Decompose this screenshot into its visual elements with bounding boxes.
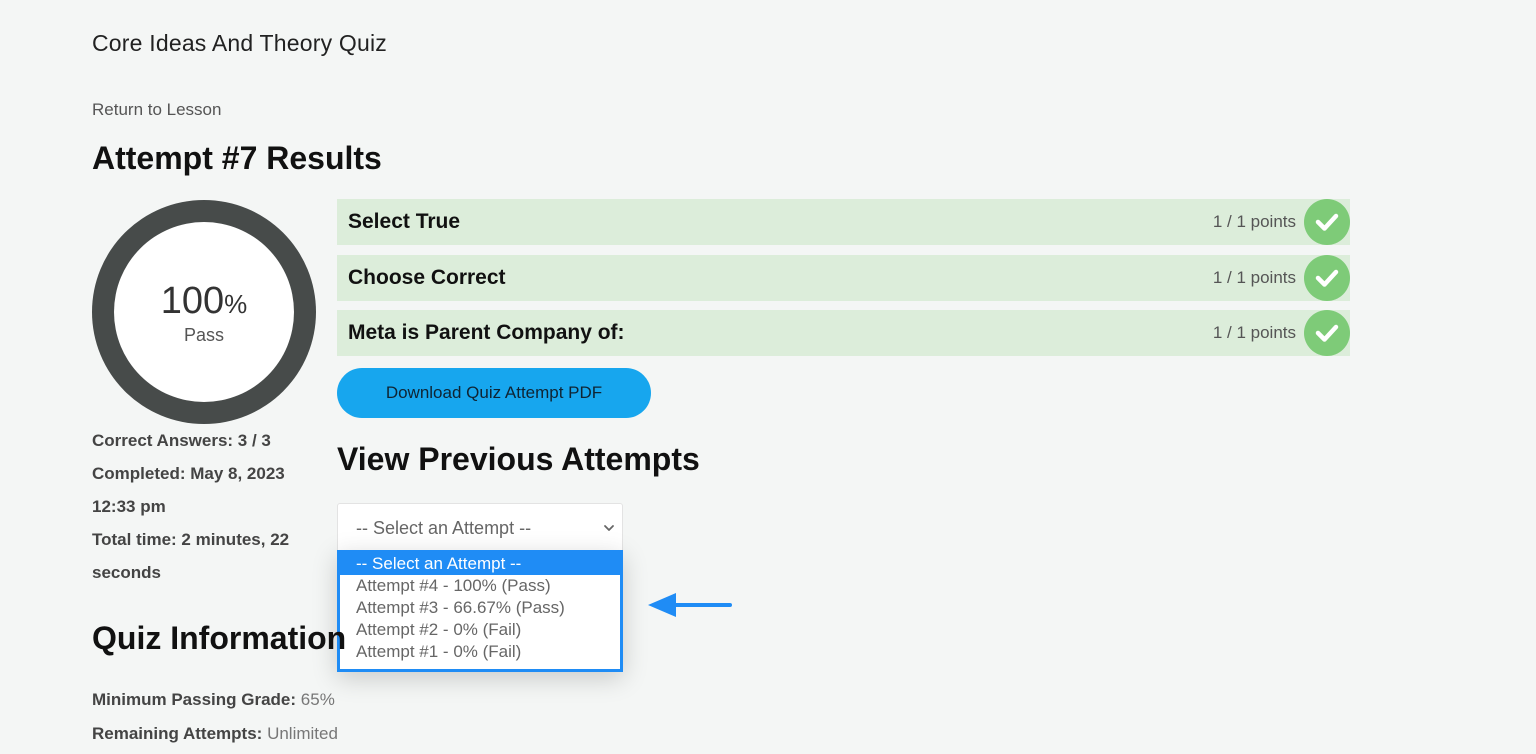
- dropdown-option[interactable]: -- Select an Attempt --: [340, 553, 620, 575]
- quiz-information-heading: Quiz Information: [92, 620, 347, 656]
- return-to-lesson-link[interactable]: Return to Lesson: [92, 100, 221, 120]
- previous-attempts-heading: View Previous Attempts: [337, 441, 700, 477]
- download-pdf-button[interactable]: Download Quiz Attempt PDF: [337, 368, 651, 418]
- question-points: 1 / 1 points: [1212, 268, 1296, 287]
- dropdown-option[interactable]: Attempt #3 - 66.67% (Pass): [340, 597, 620, 619]
- remaining-attempts-label: Remaining Attempts:: [92, 724, 263, 743]
- remaining-attempts-value: Unlimited: [267, 724, 338, 743]
- attempt-select-value: -- Select an Attempt --: [356, 517, 532, 538]
- score-ring-center: 100% Pass: [114, 222, 294, 402]
- total-time-stat: Total time: 2 minutes, 22 seconds: [92, 530, 290, 582]
- question-row: Select True 1 / 1 points: [337, 199, 1350, 245]
- dropdown-option[interactable]: Attempt #2 - 0% (Fail): [340, 619, 620, 641]
- attempt-select[interactable]: -- Select an Attempt --: [337, 503, 623, 553]
- dropdown-option[interactable]: Attempt #4 - 100% (Pass): [340, 575, 620, 597]
- question-title: Select True: [348, 210, 461, 233]
- min-passing-grade: Minimum Passing Grade: 65%: [92, 690, 335, 710]
- arrow-left-icon: [648, 593, 732, 617]
- score-unit: %: [224, 289, 248, 319]
- score-status: Pass: [183, 325, 225, 345]
- remaining-attempts: Remaining Attempts: Unlimited: [92, 724, 338, 744]
- score-ring: 100% Pass: [92, 200, 316, 424]
- min-passing-label: Minimum Passing Grade:: [92, 690, 297, 709]
- check-circle-icon: [1304, 255, 1350, 301]
- check-circle-icon: [1304, 199, 1350, 245]
- quiz-title: Core Ideas And Theory Quiz: [92, 30, 387, 56]
- chevron-down-icon: [604, 525, 614, 531]
- score-value: 100%: [114, 280, 294, 323]
- question-row: Meta is Parent Company of: 1 / 1 points: [337, 310, 1350, 356]
- attempt-results-heading: Attempt #7 Results: [92, 140, 382, 176]
- question-points: 1 / 1 points: [1212, 323, 1296, 342]
- question-title: Choose Correct: [348, 266, 506, 289]
- question-row: Choose Correct 1 / 1 points: [337, 255, 1350, 301]
- correct-answers-stat: Correct Answers: 3 / 3: [92, 431, 271, 450]
- quiz-results-page: Core Ideas And Theory Quiz Return to Les…: [0, 0, 1536, 754]
- dropdown-option[interactable]: Attempt #1 - 0% (Fail): [340, 641, 620, 663]
- question-title: Meta is Parent Company of:: [348, 321, 625, 344]
- attempt-dropdown-list: -- Select an Attempt -- Attempt #4 - 100…: [337, 550, 623, 672]
- score-number: 100: [160, 280, 225, 322]
- attempt-stats: Correct Answers: 3 / 3 Completed: May 8,…: [92, 424, 322, 589]
- min-passing-value: 65%: [300, 690, 335, 709]
- question-points: 1 / 1 points: [1212, 212, 1296, 231]
- completed-stat: Completed: May 8, 2023 12:33 pm: [92, 464, 285, 516]
- check-circle-icon: [1304, 310, 1350, 356]
